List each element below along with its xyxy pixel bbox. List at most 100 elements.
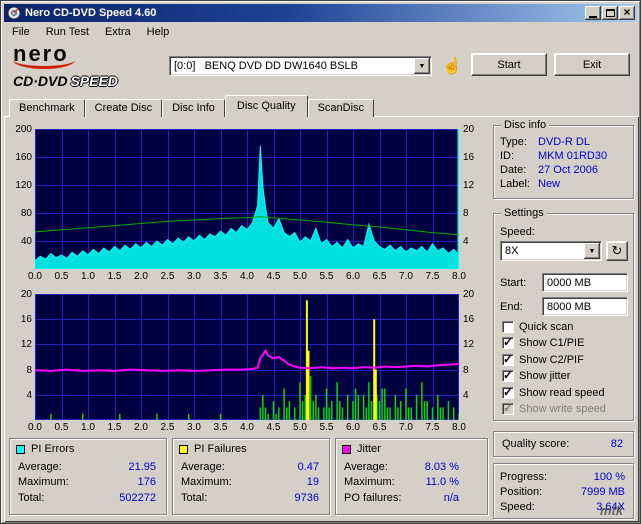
- axis-tick-label: 0.0: [28, 422, 42, 433]
- axis-tick-label: 120: [15, 180, 32, 191]
- checkbox-show-c1-pie[interactable]: ✓ Show C1/PIE: [502, 335, 585, 350]
- tab-disc-info[interactable]: Disc Info: [162, 99, 225, 117]
- axis-tick-label: 2.5: [160, 422, 175, 433]
- pi-errors-chart: [35, 129, 459, 269]
- disc-label-value: New: [538, 178, 561, 190]
- stat-value: 21.95: [128, 461, 156, 473]
- checkbox-show-jitter[interactable]: ✓ Show jitter: [502, 368, 571, 383]
- axis-tick-label: 16: [463, 314, 475, 326]
- logo-text-cddvd: CD·DVD: [13, 73, 68, 89]
- axis-tick-label: 0.5: [54, 271, 69, 282]
- checkbox-show-write-speed: ✓ Show write speed: [502, 401, 606, 416]
- axis-tick-label: 8: [463, 208, 469, 219]
- tab-benchmark[interactable]: Benchmark: [9, 99, 85, 117]
- speed-readout-label: Speed:: [500, 501, 535, 513]
- pi-failures-swatch: [179, 445, 188, 454]
- start-position-value: 0000 MB: [547, 277, 592, 289]
- stat-label: Average:: [181, 461, 225, 473]
- jitter-swatch: [342, 445, 351, 454]
- drive-selector[interactable]: [0:0] BENQ DVD DD DW1640 BSLB ▼: [169, 56, 432, 76]
- checkbox-quick-scan[interactable]: ✓ Quick scan: [502, 320, 573, 334]
- disc-date-value: 27 Oct 2006: [538, 164, 598, 176]
- eject-hand-button[interactable]: ☝: [439, 53, 465, 78]
- close-icon: ×: [623, 5, 631, 19]
- menu-help[interactable]: Help: [139, 24, 178, 40]
- checkbox-label: Show jitter: [519, 370, 571, 382]
- speed-select[interactable]: 8X ▼: [500, 241, 602, 261]
- axis-tick-label: 0.0: [28, 271, 42, 282]
- checkbox-box: ✓: [502, 368, 514, 382]
- stat-label: Maximum:: [344, 476, 395, 488]
- pi-errors-stats-title: PI Errors: [31, 443, 75, 455]
- axis-tick-label: 1.5: [107, 271, 122, 282]
- drive-selector-dropdown-button[interactable]: ▼: [414, 58, 430, 74]
- tab-create-disc[interactable]: Create Disc: [84, 99, 163, 117]
- axis-tick-label: 2.0: [134, 422, 148, 433]
- checkbox-box: ✓: [502, 352, 514, 366]
- axis-tick-label: 5.0: [293, 422, 307, 433]
- end-position-field[interactable]: 8000 MB: [542, 297, 628, 316]
- stat-value: 0.47: [297, 461, 319, 473]
- settings-group: Settings Speed: 8X ▼ ↻ Start: 0000 MB En…: [493, 207, 634, 421]
- axis-tick-label: 20: [463, 289, 475, 300]
- maximize-icon: [605, 9, 615, 17]
- checkbox-box: ✓: [502, 321, 514, 333]
- axis-tick-label: 80: [20, 208, 32, 219]
- stat-label: Maximum:: [181, 476, 232, 488]
- pi-failures-jitter-chart: [35, 294, 459, 420]
- tab-disc-quality[interactable]: Disc Quality: [224, 95, 308, 117]
- stat-value: 11.0 %: [425, 476, 459, 488]
- app-icon: [7, 6, 21, 20]
- checkbox-label: Show C1/PIE: [519, 337, 585, 349]
- axis-tick-label: 4: [463, 389, 469, 401]
- start-position-field[interactable]: 0000 MB: [542, 273, 628, 292]
- checkbox-label: Show C2/PIF: [519, 354, 584, 366]
- disc-info-title: Disc info: [501, 119, 550, 131]
- axis-tick-label: 8: [26, 364, 32, 376]
- menu-file[interactable]: File: [4, 24, 38, 40]
- axis-tick-label: 6.5: [372, 422, 387, 433]
- stat-label: Maximum:: [18, 476, 69, 488]
- axis-tick-label: 4: [26, 389, 32, 401]
- axis-tick-label: 4.5: [266, 271, 281, 282]
- disc-label-label: Label:: [500, 178, 530, 190]
- axis-tick-label: 3.0: [187, 271, 201, 282]
- axis-tick-label: 20: [20, 289, 32, 300]
- tab-scandisc[interactable]: ScanDisc: [307, 99, 375, 117]
- minimize-icon: [589, 15, 597, 18]
- minimize-button[interactable]: [585, 6, 601, 20]
- axis-tick-label: 8.0: [452, 271, 466, 282]
- axis-tick-label: 2.0: [134, 271, 148, 282]
- checkbox-show-read-speed[interactable]: ✓ Show read speed: [502, 385, 605, 400]
- settings-title: Settings: [501, 207, 547, 219]
- disc-type-label: Type:: [500, 136, 527, 148]
- check-icon: ✓: [503, 368, 514, 382]
- axis-tick-label: 5.0: [293, 271, 307, 282]
- stat-label: Total:: [18, 492, 45, 504]
- menu-extra[interactable]: Extra: [97, 24, 139, 40]
- exit-button[interactable]: Exit: [554, 53, 630, 76]
- axis-tick-label: 1.0: [81, 271, 95, 282]
- axis-tick-label: 6.0: [346, 422, 360, 433]
- maximize-button[interactable]: [602, 6, 618, 20]
- app-window: Nero CD-DVD Speed 4.60 × File Run Test E…: [0, 0, 641, 524]
- axis-tick-label: 7.0: [399, 422, 413, 433]
- speed-label: Speed:: [500, 226, 535, 238]
- pi-errors-stats-panel: PI Errors Average: 21.95 Maximum: 176 To…: [9, 438, 167, 515]
- start-button[interactable]: Start: [471, 53, 547, 76]
- window-title: Nero CD-DVD Speed 4.60: [25, 7, 157, 19]
- axis-tick-label: 8: [463, 364, 469, 376]
- checkbox-box: ✓: [502, 401, 514, 415]
- checkbox-label: Show read speed: [519, 387, 605, 399]
- quality-score-panel: Quality score: 82: [493, 431, 634, 457]
- stat-value: 176: [137, 476, 156, 488]
- axis-tick-label: 7.0: [399, 271, 413, 282]
- menu-run-test[interactable]: Run Test: [38, 24, 97, 40]
- axis-tick-label: 200: [15, 124, 32, 135]
- title-bar[interactable]: Nero CD-DVD Speed 4.60 ×: [4, 4, 637, 22]
- checkbox-show-c2-pif[interactable]: ✓ Show C2/PIF: [502, 352, 584, 367]
- close-button[interactable]: ×: [619, 6, 635, 20]
- checkbox-label: Show write speed: [519, 403, 606, 415]
- speed-select-dropdown-button[interactable]: ▼: [584, 243, 600, 259]
- refresh-speed-button[interactable]: ↻: [606, 241, 628, 261]
